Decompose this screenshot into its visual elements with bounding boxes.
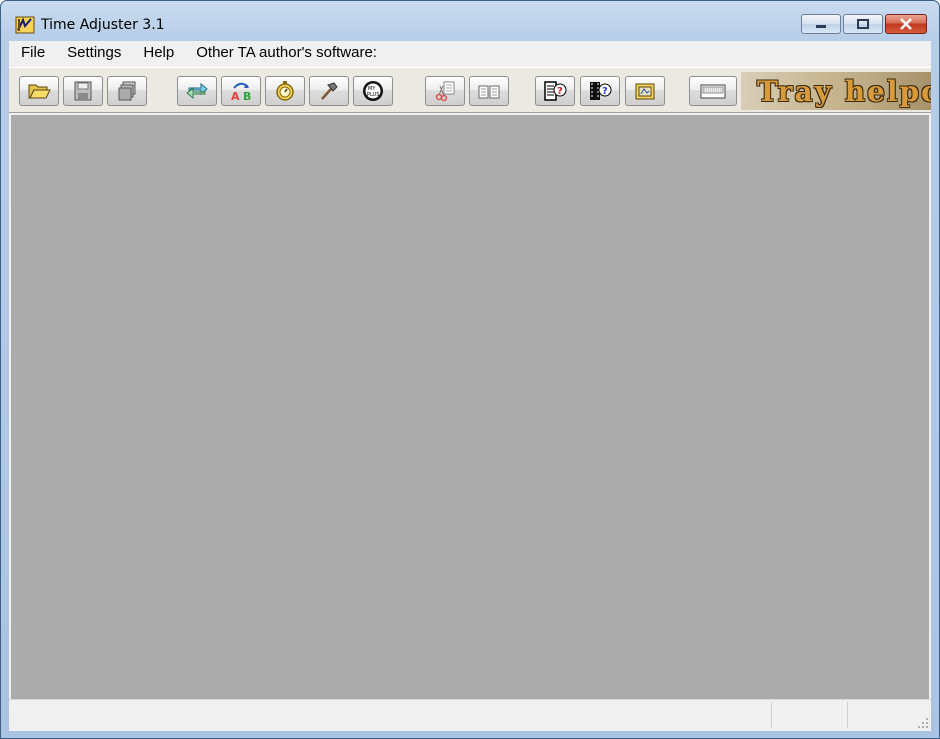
restore-icon [857, 19, 869, 29]
svg-text:?: ? [602, 86, 608, 97]
status-pane-3 [847, 702, 848, 728]
svg-text:PLUS: PLUS [367, 92, 379, 98]
image-button[interactable] [625, 76, 665, 106]
caption-buttons [799, 14, 927, 34]
tools-button[interactable] [309, 76, 349, 106]
resize-grip-icon[interactable] [917, 717, 929, 729]
scissors-icon [435, 81, 455, 102]
timer-button[interactable] [265, 76, 305, 106]
document-question-icon: ? [544, 81, 567, 101]
svg-text:?: ? [557, 86, 563, 97]
open-button[interactable] [19, 76, 59, 106]
app-window: Time Adjuster 3.1 File Settings Help Oth… [0, 0, 940, 739]
window-title: Time Adjuster 3.1 [41, 17, 165, 33]
menu-bar: File Settings Help Other TA author's sof… [9, 41, 931, 65]
close-icon [900, 18, 912, 30]
save-button[interactable] [63, 76, 103, 106]
mdi-workspace[interactable] [11, 115, 929, 699]
toolbar: A B MY PLUS ? ? Tray helpc [9, 67, 931, 113]
double-arrow-icon [186, 82, 208, 100]
help-film-button[interactable]: ? [580, 76, 620, 106]
a-b-arrow-icon: A B [231, 82, 251, 102]
keyboard-icon [700, 84, 726, 99]
menu-file[interactable]: File [9, 41, 55, 65]
stacked-windows-icon [118, 81, 136, 101]
maximize-button[interactable] [843, 14, 883, 34]
menu-other-software[interactable]: Other TA author's software: [184, 41, 387, 65]
round-dial-button[interactable]: MY PLUS [353, 76, 393, 106]
tray-button[interactable] [689, 76, 737, 106]
stopwatch-icon [276, 81, 294, 101]
copy-pages-icon [478, 85, 500, 99]
cut-button[interactable] [425, 76, 465, 106]
status-pane-2 [771, 702, 772, 728]
copy-button[interactable] [469, 76, 509, 106]
app-icon[interactable] [15, 15, 35, 35]
svg-text:B: B [243, 90, 251, 102]
folder-open-icon [28, 84, 51, 99]
client-area: File Settings Help Other TA author's sof… [9, 41, 931, 731]
banner-text: Tray helpc [757, 74, 931, 108]
menu-help[interactable]: Help [131, 41, 184, 65]
floppy-disk-icon [74, 81, 92, 101]
title-bar[interactable]: Time Adjuster 3.1 [1, 1, 939, 41]
a-to-b-button[interactable]: A B [221, 76, 261, 106]
svg-text:A: A [231, 90, 240, 102]
save-all-button[interactable] [107, 76, 147, 106]
minimize-button[interactable] [801, 14, 841, 34]
hammer-icon [321, 82, 338, 100]
tray-helper-banner[interactable]: Tray helpc [741, 72, 931, 110]
close-button[interactable] [885, 14, 927, 34]
dial-icon: MY PLUS [363, 81, 383, 101]
picture-frame-icon [635, 83, 655, 100]
status-bar [9, 699, 931, 731]
film-question-icon: ? [590, 82, 612, 100]
sync-button[interactable] [177, 76, 217, 106]
help-doc-button[interactable]: ? [535, 76, 575, 106]
minimize-icon [816, 25, 826, 28]
menu-settings[interactable]: Settings [55, 41, 131, 65]
